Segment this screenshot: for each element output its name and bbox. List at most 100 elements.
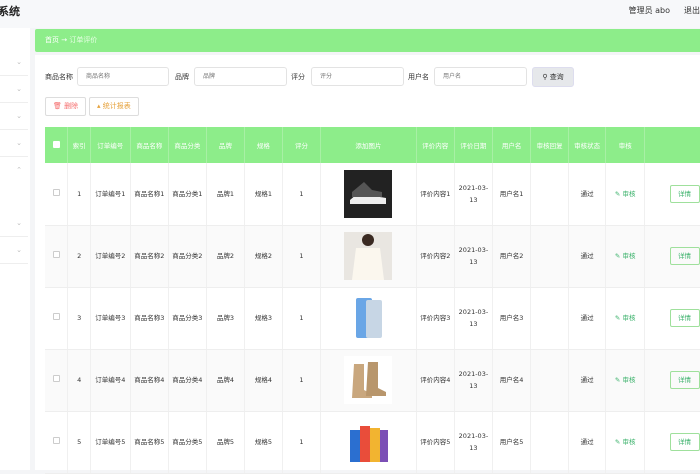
audit-button[interactable]: ✎ 审核 — [615, 376, 636, 384]
product-image-phone — [344, 294, 393, 342]
column-header: 评价内容 — [416, 127, 456, 163]
cell-spec: 规格3 — [244, 287, 283, 350]
audit-label: 审核 — [622, 438, 636, 446]
search-label: 商品名称 — [45, 73, 73, 81]
cell-order: 订单编号1 — [90, 163, 131, 226]
sidebar-item-chevron-down-icon[interactable]: ⌄ — [0, 76, 28, 103]
select-all-checkbox[interactable] — [52, 140, 60, 148]
cell-content: 评价内容5 — [416, 411, 456, 474]
product-image — [320, 349, 417, 412]
column-header: 添加图片 — [320, 127, 417, 163]
product-image-cartons — [344, 418, 393, 466]
cell-reply — [530, 411, 569, 474]
cell-user: 用户名2 — [492, 225, 532, 288]
main-panel: 商品名称 品牌 评分 用户名 ⚲ 查询 🗑 删除 ▴ 统计报表 索引订单编号商品… — [35, 55, 700, 474]
row-checkbox[interactable] — [52, 313, 60, 320]
table-row: 2 订单编号2 商品名称2 商品分类2 品牌2 规格2 1 评价内容2 2021-03-13 用户… — [45, 225, 700, 288]
arrow-icon: → — [61, 36, 68, 44]
cell-index: 1 — [67, 163, 92, 226]
logout-link[interactable]: 退出登 — [684, 5, 700, 16]
cell-brand: 品牌2 — [206, 225, 246, 288]
cell-status: 通过 — [568, 287, 607, 350]
cell-order: 订单编号2 — [90, 225, 131, 288]
sidebar-item-chevron-down-icon[interactable]: ⌄ — [0, 103, 28, 130]
audit-button[interactable]: ✎ 审核 — [615, 252, 636, 260]
row-select — [45, 163, 69, 226]
row-checkbox[interactable] — [52, 437, 60, 444]
trash-icon: 🗑 — [53, 102, 62, 110]
sidebar-item-chevron-down-icon[interactable]: ⌄ — [0, 49, 28, 76]
detail-button[interactable]: 详情 — [669, 433, 700, 451]
cell-audit: ✎ 审核 — [605, 163, 645, 226]
query-button[interactable]: ⚲ 查询 — [532, 67, 574, 87]
cell-content: 评价内容3 — [416, 287, 456, 350]
row-checkbox[interactable] — [52, 375, 60, 382]
cell-actions: 详情 — [644, 287, 700, 350]
cell-brand: 品牌1 — [206, 163, 246, 226]
cell-status: 通过 — [568, 163, 607, 226]
audit-button[interactable]: ✎ 审核 — [615, 314, 636, 322]
cell-spec: 规格2 — [244, 225, 283, 288]
audit-button[interactable]: ✎ 审核 — [615, 438, 636, 446]
stats-label: 统计报表 — [102, 102, 131, 110]
product-image — [320, 163, 417, 226]
brand-input[interactable] — [194, 67, 287, 86]
cell-audit: ✎ 审核 — [605, 349, 645, 412]
search-label: 评分 — [291, 73, 305, 81]
sidebar-item-chevron-down-icon[interactable]: ⌄ — [0, 210, 28, 237]
detail-button[interactable]: 详情 — [669, 371, 700, 389]
score-input[interactable] — [311, 67, 404, 86]
cell-status: 通过 — [568, 411, 607, 474]
cell-name: 商品名称2 — [130, 225, 170, 288]
cell-name: 商品名称4 — [130, 349, 170, 412]
top-bar: 系统 管理员 abo 退出登 — [0, 0, 700, 28]
cell-user: 用户名1 — [492, 163, 532, 226]
cell-name: 商品名称5 — [130, 411, 170, 474]
cell-date: 2021-03-13 — [454, 349, 493, 412]
audit-button[interactable]: ✎ 审核 — [615, 190, 636, 198]
cell-spec: 规格4 — [244, 349, 283, 412]
cell-index: 5 — [67, 411, 92, 474]
cell-content: 评价内容4 — [416, 349, 456, 412]
cell-date: 2021-03-13 — [454, 225, 493, 288]
cell-category: 商品分类4 — [168, 349, 207, 412]
cell-actions: 详情 — [644, 411, 700, 474]
product-image-blouse — [344, 232, 393, 280]
cell-order: 订单编号4 — [90, 349, 131, 412]
cell-score: 1 — [282, 411, 322, 474]
cell-reply — [530, 225, 569, 288]
cell-actions: 详情 — [644, 163, 700, 226]
column-header: 索引 — [67, 127, 92, 163]
column-header: 审核回复 — [530, 127, 569, 163]
detail-button[interactable]: 详情 — [669, 247, 700, 265]
row-checkbox[interactable] — [52, 188, 60, 196]
cell-name: 商品名称3 — [130, 287, 170, 350]
sidebar-item-chevron-down-icon[interactable]: ⌄ — [0, 130, 28, 157]
audit-label: 审核 — [622, 314, 636, 322]
sidebar-item-chevron-up-icon[interactable]: ⌃ — [0, 157, 28, 184]
delete-button[interactable]: 🗑 删除 — [45, 97, 87, 116]
edit-icon: ✎ — [614, 252, 621, 260]
cell-index: 2 — [67, 225, 92, 288]
product-name-input[interactable] — [77, 67, 169, 86]
audit-label: 审核 — [622, 189, 636, 198]
row-checkbox[interactable] — [52, 251, 60, 258]
stats-report-button[interactable]: ▴ 统计报表 — [89, 97, 139, 116]
sidebar-item-chevron-down-icon[interactable]: ⌄ — [0, 237, 28, 264]
cell-reply — [530, 163, 569, 226]
cell-actions: 详情 — [644, 225, 700, 288]
column-header: 评价日期 — [454, 127, 493, 163]
detail-button[interactable]: 详情 — [669, 184, 700, 203]
username-input[interactable] — [434, 67, 527, 86]
select-all-header — [45, 127, 69, 163]
query-label: 查询 — [549, 73, 564, 81]
column-header: 用户名 — [492, 127, 532, 163]
breadcrumb-home[interactable]: 首页 — [45, 36, 59, 44]
cell-score: 1 — [282, 163, 322, 226]
search-icon: ⚲ — [542, 73, 548, 81]
column-header: 审核状态 — [568, 127, 607, 163]
detail-button[interactable]: 详情 — [669, 309, 700, 327]
column-header: 审核 — [605, 127, 645, 163]
cell-score: 1 — [282, 225, 322, 288]
cell-score: 1 — [282, 349, 322, 412]
